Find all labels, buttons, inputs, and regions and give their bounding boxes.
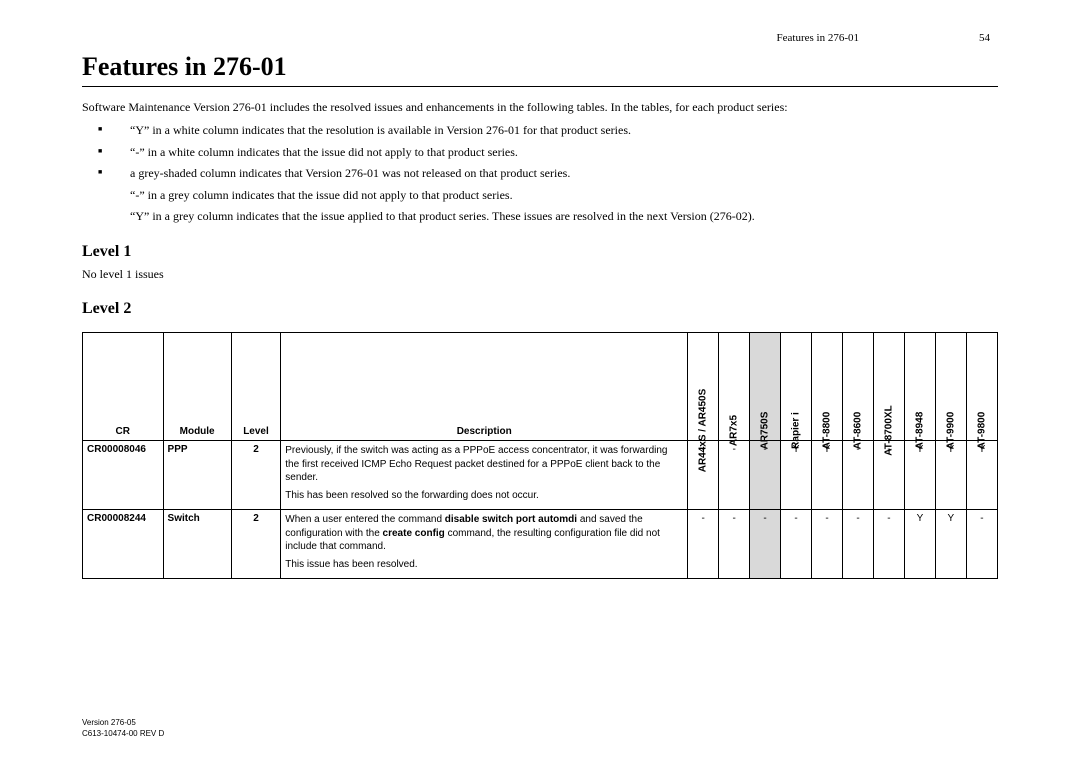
bullet-item: “-” in a white column indicates that the… — [82, 144, 998, 161]
cell-cr: CR00008244 — [83, 510, 164, 579]
col-product: AT-9800 — [966, 333, 997, 441]
cell-module: Switch — [163, 510, 231, 579]
cell-prod: - — [843, 510, 874, 579]
table-row: CR00008046 PPP 2 Previously, if the swit… — [83, 441, 998, 510]
table-row: CR00008244 Switch 2 When a user entered … — [83, 510, 998, 579]
page-number: 54 — [979, 32, 990, 44]
bullet-list: “Y” in a white column indicates that the… — [82, 122, 998, 182]
cell-prod: - — [750, 510, 781, 579]
issues-table: CR Module Level Description AR44xS / AR4… — [82, 332, 998, 579]
cell-prod: - — [873, 510, 904, 579]
bullet-item: “Y” in a white column indicates that the… — [82, 122, 998, 139]
sub-line: “Y” in a grey column indicates that the … — [130, 208, 998, 225]
cell-module: PPP — [163, 441, 231, 510]
cell-description: Previously, if the switch was acting as … — [281, 441, 688, 510]
sub-line: “-” in a grey column indicates that the … — [130, 187, 998, 204]
cell-prod: - — [781, 510, 812, 579]
cell-prod: Y — [904, 510, 935, 579]
cell-prod: - — [843, 441, 874, 510]
col-product: AT-8800 — [812, 333, 843, 441]
cell-description: When a user entered the command disable … — [281, 510, 688, 579]
page: Features in 276-01 54 Features in 276-01… — [0, 0, 1080, 763]
col-product: AT-8700XL — [873, 333, 904, 441]
cell-cr: CR00008046 — [83, 441, 164, 510]
col-product: AT-8600 — [843, 333, 874, 441]
intro-text: Software Maintenance Version 276-01 incl… — [82, 99, 998, 116]
footer: Version 276-05 C613-10474-00 REV D — [82, 718, 164, 739]
col-product: AT-9900 — [935, 333, 966, 441]
cell-prod: Y — [781, 441, 812, 510]
col-module: Module — [163, 333, 231, 441]
col-product: AR44xS / AR450S — [688, 333, 719, 441]
running-header: Features in 276-01 54 — [82, 32, 998, 44]
footer-version: Version 276-05 — [82, 718, 164, 728]
col-cr: CR — [83, 333, 164, 441]
running-title: Features in 276-01 — [777, 32, 859, 44]
table-header-row: CR Module Level Description AR44xS / AR4… — [83, 333, 998, 441]
cell-level: 2 — [231, 441, 281, 510]
cell-prod: - — [966, 510, 997, 579]
bullet-item: a grey-shaded column indicates that Vers… — [82, 165, 998, 182]
cell-prod: - — [750, 441, 781, 510]
cell-prod: Y — [935, 441, 966, 510]
level1-heading: Level 1 — [82, 243, 998, 261]
level1-text: No level 1 issues — [82, 267, 998, 282]
level2-heading: Level 2 — [82, 300, 998, 318]
cell-prod: Y — [966, 441, 997, 510]
cell-prod: Y — [812, 441, 843, 510]
cell-prod: Y — [904, 441, 935, 510]
col-level: Level — [231, 333, 281, 441]
col-description: Description — [281, 333, 688, 441]
cell-prod: - — [688, 510, 719, 579]
col-product: Rapier i — [781, 333, 812, 441]
col-product: AR7x5 — [719, 333, 750, 441]
cell-prod: - — [719, 510, 750, 579]
footer-doc-id: C613-10474-00 REV D — [82, 729, 164, 739]
cell-prod: - — [812, 510, 843, 579]
cell-prod: - — [719, 441, 750, 510]
col-product: AR750S — [750, 333, 781, 441]
cell-level: 2 — [231, 510, 281, 579]
page-title: Features in 276-01 — [82, 52, 998, 82]
title-rule — [82, 86, 998, 87]
cell-prod: Y — [935, 510, 966, 579]
col-product: AT-8948 — [904, 333, 935, 441]
